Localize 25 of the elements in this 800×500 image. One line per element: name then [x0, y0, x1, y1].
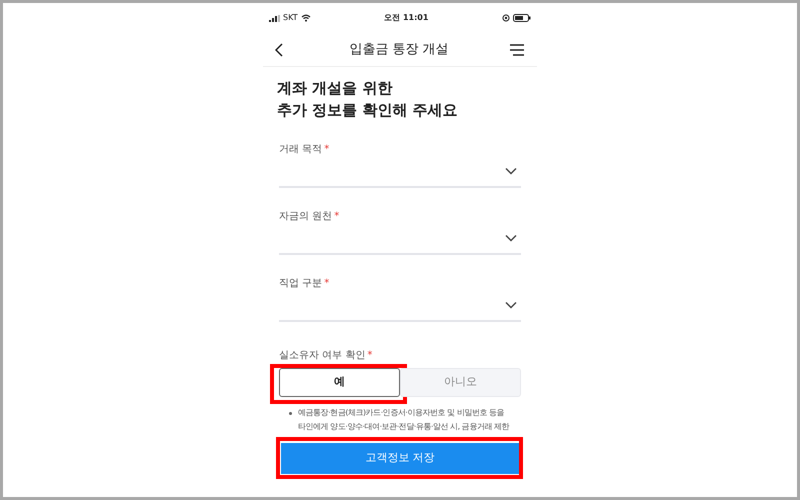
chevron-down-icon	[505, 234, 517, 242]
field-label: 자금의 원천	[279, 210, 332, 224]
option-button[interactable]: 아니오	[400, 368, 521, 397]
save-button[interactable]: 고객정보 저장	[281, 443, 519, 474]
page-title: 입출금 통장 개설	[349, 40, 449, 59]
required-mark: *	[324, 142, 330, 156]
option-button[interactable]: 예	[279, 368, 400, 397]
required-mark: *	[324, 276, 330, 290]
menu-button[interactable]	[508, 42, 525, 56]
chevron-down-icon	[505, 167, 517, 175]
battery-icon	[513, 14, 531, 22]
required-mark: *	[367, 348, 372, 362]
status-time: 오전 11:01	[384, 12, 428, 24]
required-mark: *	[334, 210, 340, 224]
heading-text: 추가 정보를 확인해 주세요	[277, 100, 459, 120]
orientation-lock-icon	[502, 14, 510, 22]
field-label: 거래 목적	[279, 142, 322, 156]
chevron-down-icon	[505, 301, 517, 309]
heading-text: 계좌 개설을 위한	[277, 78, 394, 98]
field-label: 직업 구분	[279, 276, 322, 290]
bullet-icon	[289, 412, 292, 415]
carrier-text: SKT	[283, 12, 298, 24]
signal-icon	[269, 14, 280, 22]
field-label: 실소유자 여부 확인	[279, 348, 366, 362]
wifi-icon	[300, 14, 311, 22]
